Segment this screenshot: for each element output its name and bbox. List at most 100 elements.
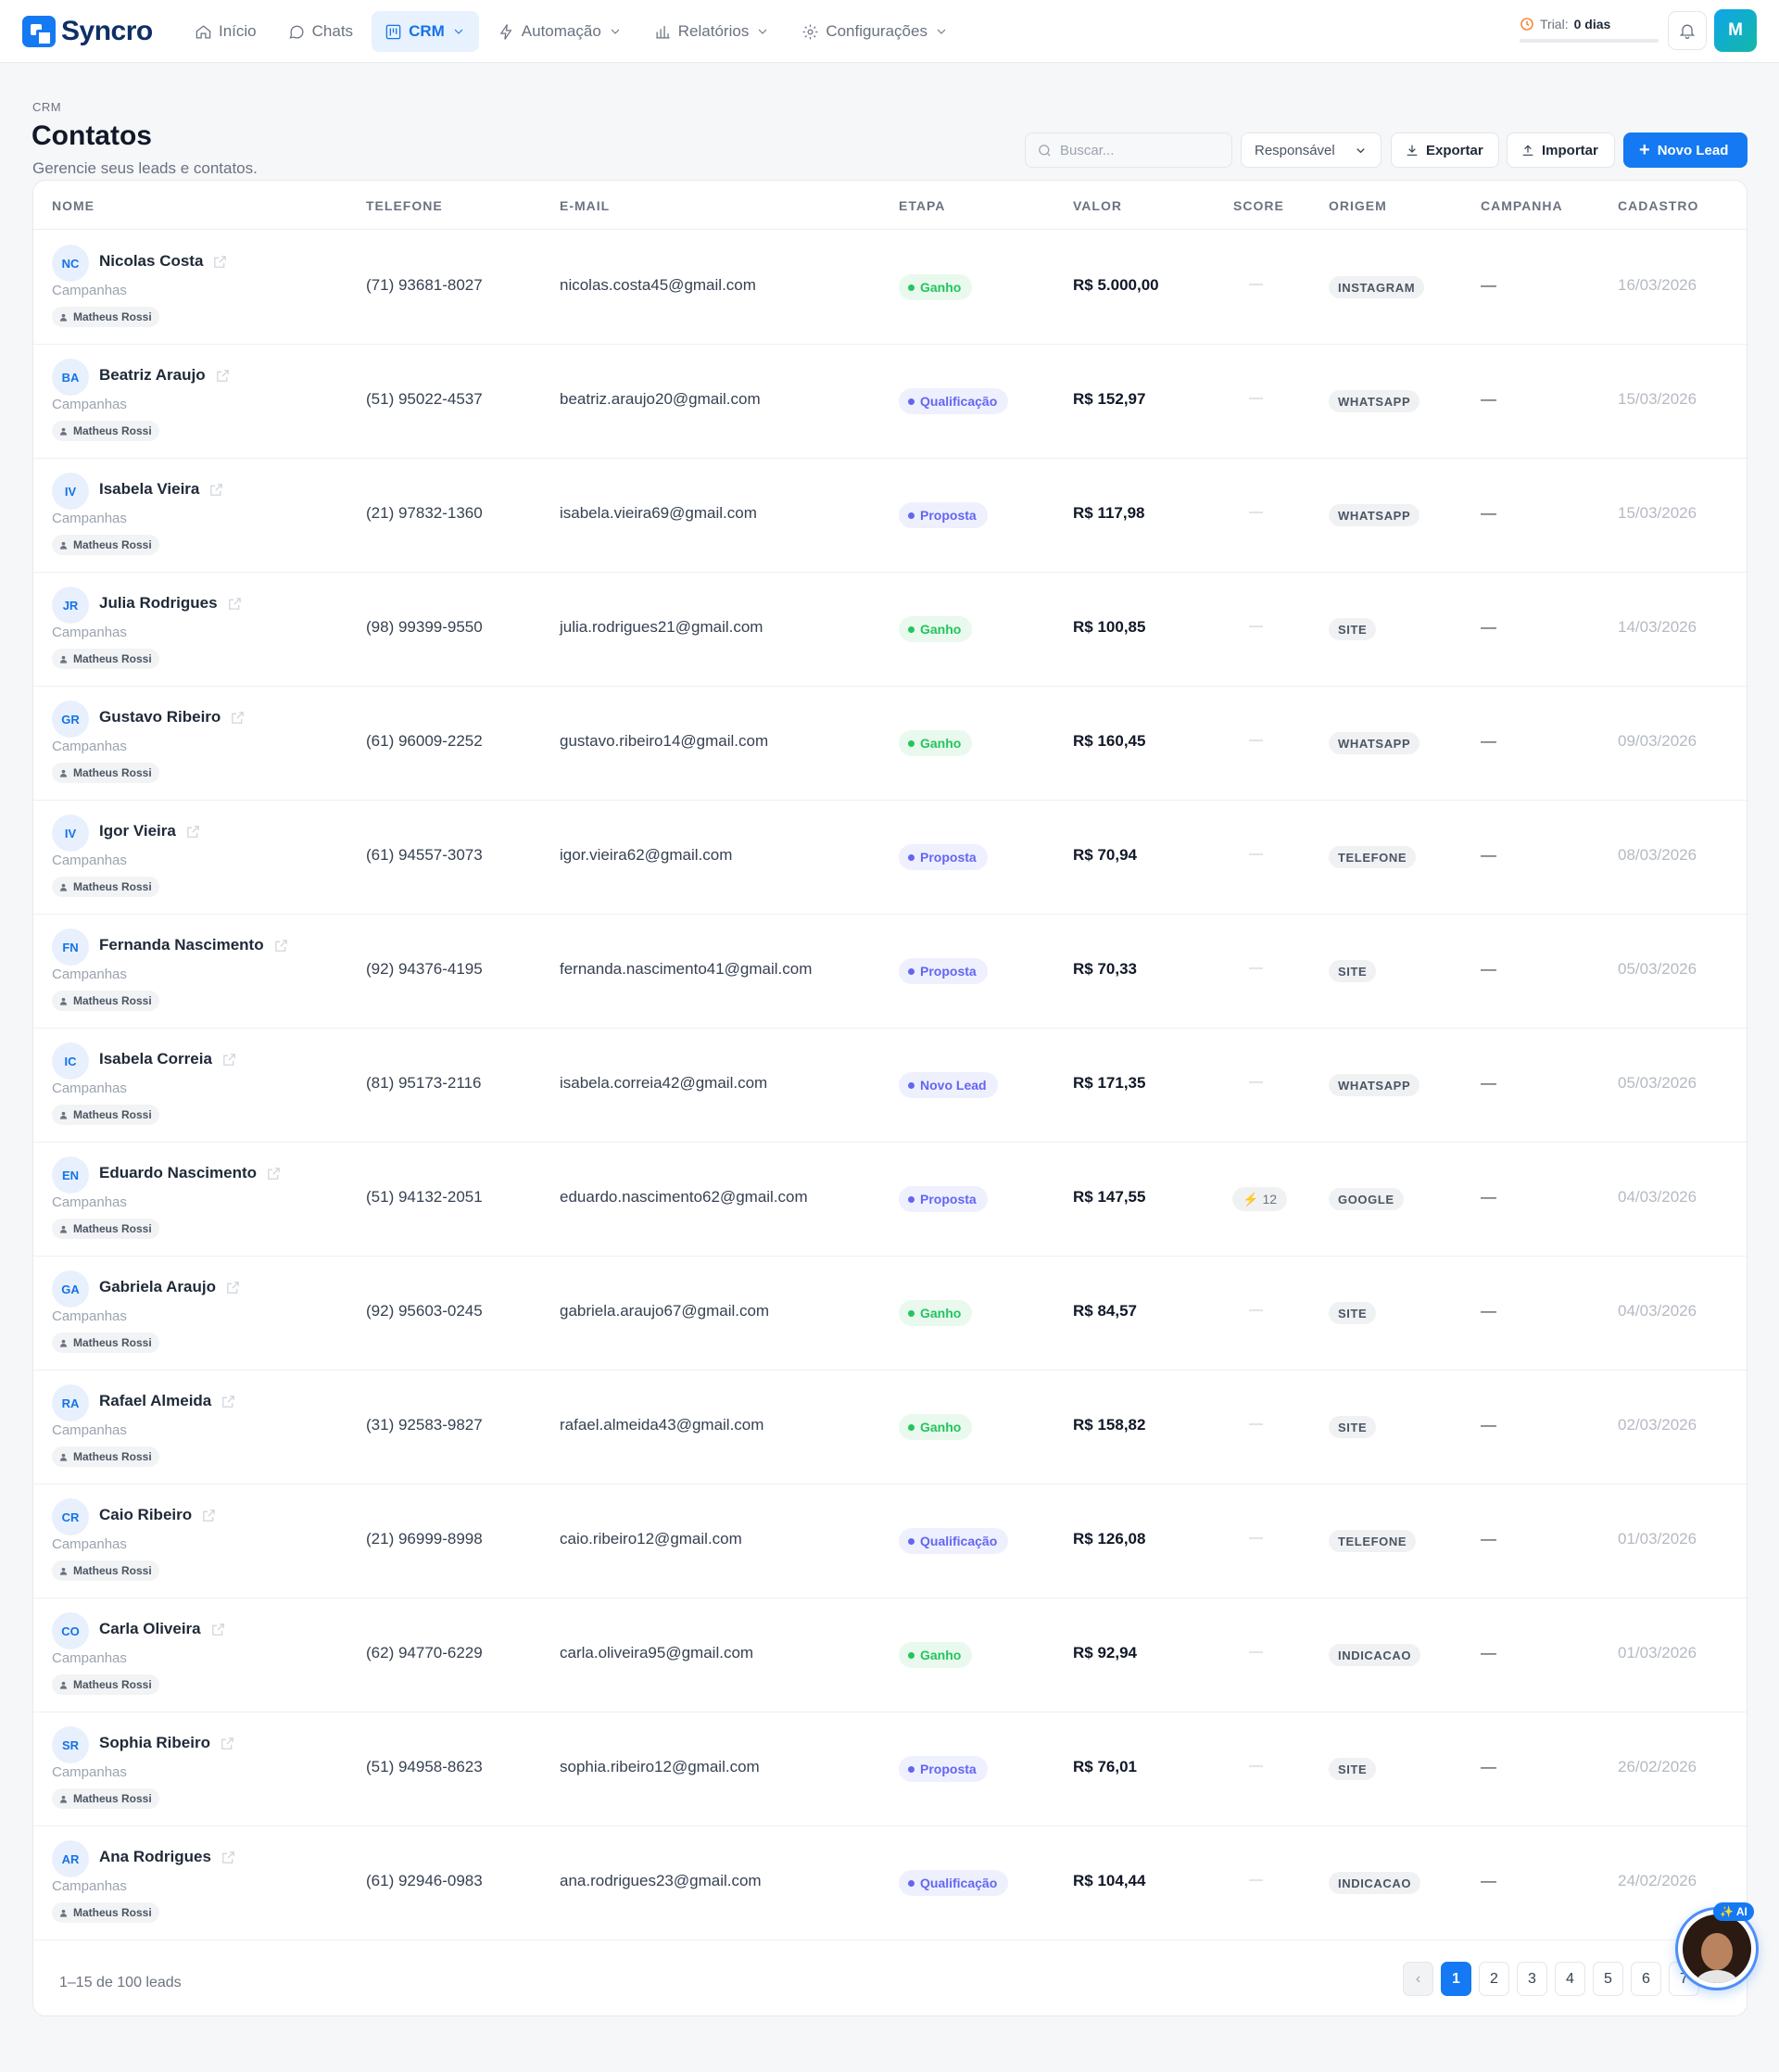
stage-badge[interactable]: Qualificação	[899, 388, 1009, 414]
external-link-icon[interactable]	[221, 1052, 237, 1068]
campaign-link[interactable]: Campanhas	[52, 1878, 127, 1894]
external-link-icon[interactable]	[220, 1736, 235, 1751]
contact-name-link[interactable]: Rafael Almeida	[99, 1392, 236, 1410]
stage-badge[interactable]: Proposta	[899, 958, 988, 984]
external-link-icon[interactable]	[201, 1508, 217, 1523]
stage-badge[interactable]: Qualificação	[899, 1870, 1009, 1896]
pagination-page-button[interactable]: 3	[1517, 1962, 1547, 1996]
contact-name-link[interactable]: Nicolas Costa	[99, 252, 228, 271]
campaign-link[interactable]: Campanhas	[52, 739, 127, 754]
contact-name-link[interactable]: Gabriela Araujo	[99, 1278, 241, 1296]
campaign-link[interactable]: Campanhas	[52, 853, 127, 868]
header-score[interactable]: SCORE	[1233, 198, 1284, 213]
contact-name-link[interactable]: Fernanda Nascimento	[99, 936, 289, 954]
search-input[interactable]: Buscar...	[1025, 133, 1232, 168]
pagination-prev-button[interactable]: ‹	[1403, 1962, 1433, 1996]
contact-name-link[interactable]: Sophia Ribeiro	[99, 1734, 235, 1752]
stage-badge[interactable]: Proposta	[899, 844, 988, 870]
stage-badge[interactable]: Proposta	[899, 1756, 988, 1782]
external-link-icon[interactable]	[273, 938, 289, 954]
pagination-page-button[interactable]: 4	[1555, 1962, 1585, 1996]
contact-name-link[interactable]: Gustavo Ribeiro	[99, 708, 246, 726]
header-cadastro[interactable]: CADASTRO	[1618, 198, 1698, 213]
table-row[interactable]: EN Eduardo Nascimento Campanhas Matheus …	[33, 1143, 1747, 1257]
external-link-icon[interactable]	[266, 1166, 282, 1181]
external-link-icon[interactable]	[208, 482, 224, 498]
trial-indicator[interactable]: Trial: 0 dias	[1520, 17, 1659, 43]
campaign-link[interactable]: Campanhas	[52, 397, 127, 412]
table-row[interactable]: NC Nicolas Costa Campanhas Matheus Rossi…	[33, 231, 1747, 345]
campaign-link[interactable]: Campanhas	[52, 625, 127, 640]
table-row[interactable]: IV Isabela Vieira Campanhas Matheus Ross…	[33, 459, 1747, 573]
nav-relatorios[interactable]: Relatórios	[641, 11, 784, 52]
external-link-icon[interactable]	[212, 254, 228, 270]
table-row[interactable]: CO Carla Oliveira Campanhas Matheus Ross…	[33, 1598, 1747, 1712]
pagination-page-button[interactable]: 6	[1631, 1962, 1661, 1996]
import-button[interactable]: Importar	[1507, 133, 1615, 168]
stage-badge[interactable]: Ganho	[899, 1642, 973, 1668]
header-origem[interactable]: ORIGEM	[1329, 198, 1387, 213]
campaign-link[interactable]: Campanhas	[52, 1194, 127, 1210]
contact-name-link[interactable]: Ana Rodrigues	[99, 1848, 236, 1866]
table-row[interactable]: IC Isabela Correia Campanhas Matheus Ros…	[33, 1029, 1747, 1143]
campaign-link[interactable]: Campanhas	[52, 1422, 127, 1438]
nav-automacao[interactable]: Automação	[485, 11, 636, 52]
table-row[interactable]: GA Gabriela Araujo Campanhas Matheus Ros…	[33, 1257, 1747, 1371]
table-row[interactable]: FN Fernanda Nascimento Campanhas Matheus…	[33, 915, 1747, 1029]
external-link-icon[interactable]	[221, 1394, 236, 1409]
contact-name-link[interactable]: Julia Rodrigues	[99, 594, 243, 613]
stage-badge[interactable]: Proposta	[899, 1186, 988, 1212]
header-valor[interactable]: VALOR	[1073, 198, 1122, 213]
brand-logo[interactable]: Syncro	[22, 16, 153, 47]
external-link-icon[interactable]	[227, 596, 243, 612]
table-row[interactable]: CR Caio Ribeiro Campanhas Matheus Rossi …	[33, 1485, 1747, 1598]
pagination-page-button[interactable]: 5	[1593, 1962, 1623, 1996]
campaign-link[interactable]: Campanhas	[52, 1308, 127, 1324]
campaign-link[interactable]: Campanhas	[52, 511, 127, 526]
table-row[interactable]: GR Gustavo Ribeiro Campanhas Matheus Ros…	[33, 687, 1747, 801]
stage-badge[interactable]: Proposta	[899, 502, 988, 528]
new-lead-button[interactable]: + Novo Lead	[1623, 133, 1747, 168]
external-link-icon[interactable]	[230, 710, 246, 726]
stage-badge[interactable]: Qualificação	[899, 1528, 1009, 1554]
table-row[interactable]: JR Julia Rodrigues Campanhas Matheus Ros…	[33, 573, 1747, 687]
contact-name-link[interactable]: Eduardo Nascimento	[99, 1164, 282, 1182]
stage-badge[interactable]: Ganho	[899, 1414, 973, 1440]
contact-name-link[interactable]: Carla Oliveira	[99, 1620, 226, 1638]
contact-name-link[interactable]: Isabela Vieira	[99, 480, 224, 499]
header-campanha[interactable]: CAMPANHA	[1481, 198, 1563, 213]
contact-name-link[interactable]: Beatriz Araujo	[99, 366, 231, 385]
nav-chats[interactable]: Chats	[275, 11, 366, 52]
header-telefone[interactable]: TELEFONE	[366, 198, 443, 213]
nav-crm[interactable]: CRM	[372, 11, 479, 52]
external-link-icon[interactable]	[185, 824, 201, 840]
stage-badge[interactable]: Ganho	[899, 730, 973, 756]
stage-badge[interactable]: Novo Lead	[899, 1072, 998, 1098]
contact-name-link[interactable]: Isabela Correia	[99, 1050, 237, 1068]
stage-badge[interactable]: Ganho	[899, 274, 973, 300]
campaign-link[interactable]: Campanhas	[52, 1080, 127, 1096]
campaign-link[interactable]: Campanhas	[52, 1764, 127, 1780]
table-row[interactable]: IV Igor Vieira Campanhas Matheus Rossi (…	[33, 801, 1747, 915]
responsavel-select[interactable]: Responsável	[1241, 133, 1382, 168]
campaign-link[interactable]: Campanhas	[52, 1536, 127, 1552]
notifications-button[interactable]	[1668, 11, 1707, 50]
table-row[interactable]: SR Sophia Ribeiro Campanhas Matheus Ross…	[33, 1712, 1747, 1826]
nav-configuracoes[interactable]: Configurações	[789, 11, 962, 52]
export-button[interactable]: Exportar	[1391, 133, 1499, 168]
ai-assistant-button[interactable]: ✨ AI	[1675, 1902, 1759, 1990]
campaign-link[interactable]: Campanhas	[52, 1650, 127, 1666]
stage-badge[interactable]: Ganho	[899, 616, 973, 642]
contact-name-link[interactable]: Igor Vieira	[99, 822, 201, 840]
header-email[interactable]: E-MAIL	[560, 198, 610, 213]
user-avatar[interactable]: M	[1714, 9, 1757, 52]
external-link-icon[interactable]	[215, 368, 231, 384]
campaign-link[interactable]: Campanhas	[52, 283, 127, 298]
header-etapa[interactable]: ETAPA	[899, 198, 945, 213]
pagination-page-button[interactable]: 1	[1441, 1962, 1471, 1996]
stage-badge[interactable]: Ganho	[899, 1300, 973, 1326]
table-row[interactable]: AR Ana Rodrigues Campanhas Matheus Rossi…	[33, 1826, 1747, 1940]
external-link-icon[interactable]	[221, 1850, 236, 1865]
header-nome[interactable]: NOME	[52, 198, 95, 213]
nav-inicio[interactable]: Início	[182, 11, 270, 52]
